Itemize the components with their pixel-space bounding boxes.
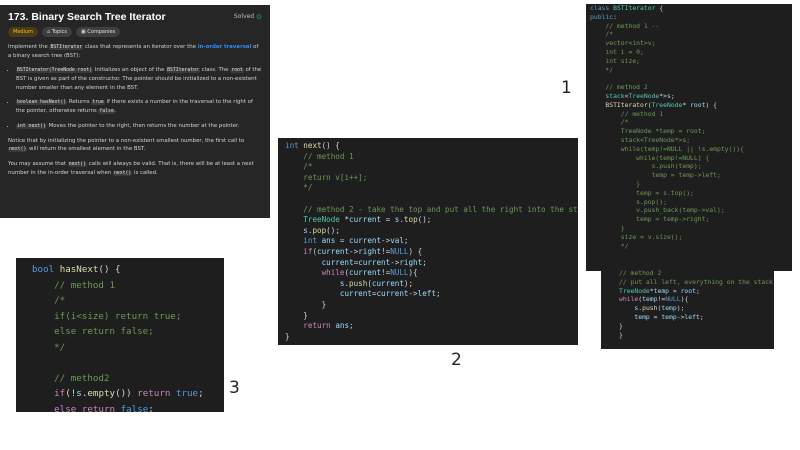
label-three: 3: [229, 378, 240, 398]
label-two: 2: [451, 350, 462, 370]
inorder-link[interactable]: in-order traversal: [198, 44, 252, 50]
code-panel-constructor: class BSTIterator { public: // method 1 …: [586, 4, 792, 271]
solved-label: Solved: [233, 13, 255, 20]
topics-tag[interactable]: ⌂ Topics: [42, 27, 72, 38]
method-list: BSTIterator(TreeNode root) Initializes a…: [8, 66, 262, 131]
code-panel-constructor-continued: // method 2 // put all left, everything …: [601, 266, 774, 349]
list-item: BSTIterator(TreeNode root) Initializes a…: [16, 66, 262, 91]
list-item: int next() Moves the pointer to the righ…: [16, 122, 262, 131]
companies-label: Companies: [87, 29, 116, 36]
check-circle-icon: ⊙: [256, 13, 262, 21]
list-item: boolean hasNext() Returns true if there …: [16, 98, 262, 116]
problem-title: 173. Binary Search Tree Iterator: [8, 11, 166, 23]
label-one: 1: [561, 78, 572, 98]
code-block: // method 2 // put all left, everything …: [619, 269, 773, 339]
code-block: class BSTIterator { public: // method 1 …: [590, 4, 744, 250]
tag-row: Medium ⌂ Topics ▣ Companies: [8, 27, 262, 38]
solved-status: Solved ⊙: [234, 13, 262, 21]
code-panel-hasnext: bool hasNext() { // method 1 /* if(i<siz…: [16, 258, 224, 412]
problem-intro: Implement the BSTIterator class that rep…: [8, 44, 259, 60]
difficulty-tag[interactable]: Medium: [8, 27, 38, 38]
topics-label: Topics: [51, 29, 67, 36]
problem-assumption: You may assume that next() calls will al…: [8, 161, 254, 177]
problem-note: Notice that by initializing the pointer …: [8, 137, 245, 153]
code-panel-next: int next() { // method 1 /* return v[i++…: [278, 138, 578, 345]
code-block: bool hasNext() { // method 1 /* if(i<siz…: [32, 264, 204, 412]
code-block: int next() { // method 1 /* return v[i++…: [285, 141, 578, 341]
problem-panel: 173. Binary Search Tree Iterator Solved ⊙…: [0, 5, 270, 218]
companies-tag[interactable]: ▣ Companies: [75, 27, 121, 38]
